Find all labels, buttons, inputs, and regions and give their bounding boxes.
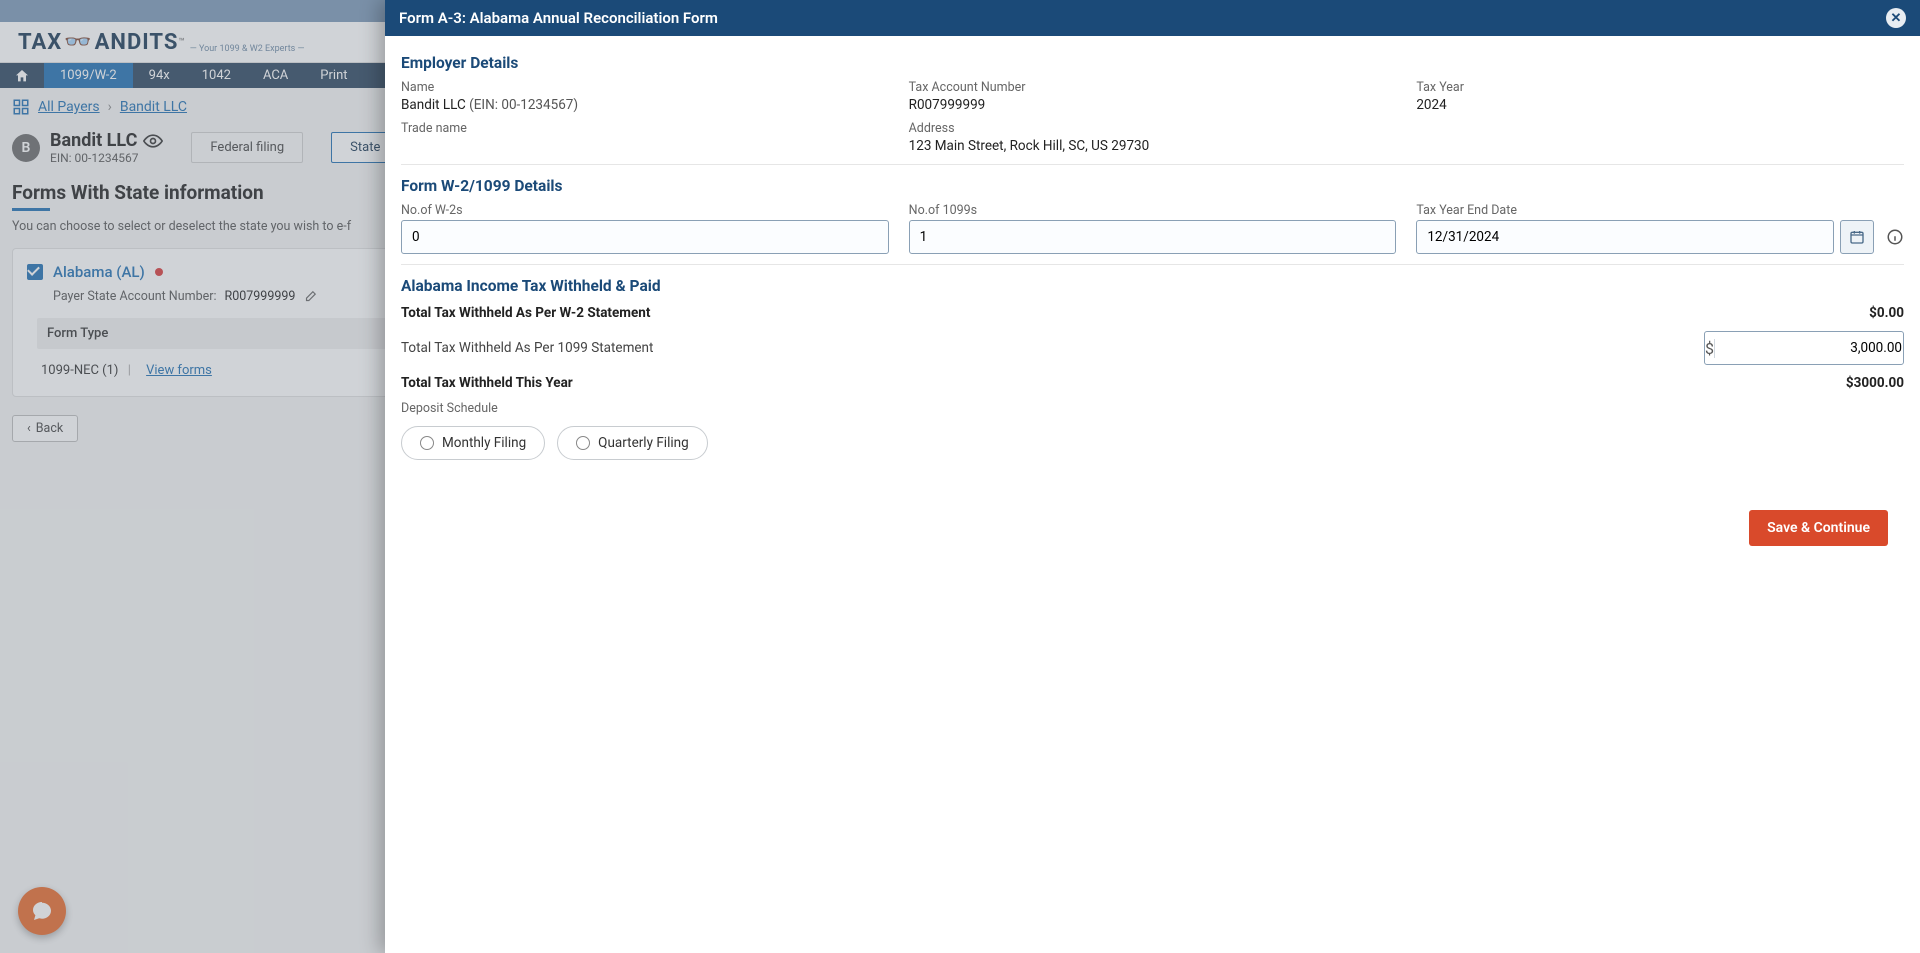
employer-name: Bandit LLC bbox=[401, 97, 466, 113]
info-icon[interactable] bbox=[1886, 228, 1904, 246]
num-1099-input[interactable] bbox=[909, 220, 1397, 254]
calendar-icon bbox=[1849, 229, 1865, 245]
radio-icon bbox=[420, 436, 434, 450]
radio-monthly-filing[interactable]: Monthly Filing bbox=[401, 426, 545, 460]
name-value: Bandit LLC (EIN: 00-1234567) bbox=[401, 97, 889, 113]
form-a3-panel: Form A-3: Alabama Annual Reconciliation … bbox=[385, 0, 1920, 953]
num-w2-label: No.of W-2s bbox=[401, 203, 889, 218]
row-w2-label: Total Tax Withheld As Per W-2 Statement bbox=[401, 305, 650, 321]
row-total-value: $3000.00 bbox=[1846, 375, 1904, 391]
calendar-button[interactable] bbox=[1840, 220, 1874, 254]
radio-icon bbox=[576, 436, 590, 450]
num-1099-label: No.of 1099s bbox=[909, 203, 1397, 218]
radio-quarterly-filing[interactable]: Quarterly Filing bbox=[557, 426, 708, 460]
panel-title: Form A-3: Alabama Annual Reconciliation … bbox=[399, 9, 718, 27]
row-total-label: Total Tax Withheld This Year bbox=[401, 375, 573, 391]
divider bbox=[401, 164, 1904, 165]
num-w2-input[interactable] bbox=[401, 220, 889, 254]
panel-header: Form A-3: Alabama Annual Reconciliation … bbox=[385, 0, 1920, 36]
tax-year-end-label: Tax Year End Date bbox=[1416, 203, 1904, 218]
tax-year-value: 2024 bbox=[1416, 97, 1904, 113]
currency-symbol: $ bbox=[1705, 339, 1715, 358]
row-w2-value: $0.00 bbox=[1869, 305, 1904, 321]
panel-body: Employer Details Name Bandit LLC (EIN: 0… bbox=[385, 36, 1920, 576]
tax-year-end-input[interactable] bbox=[1416, 220, 1834, 254]
save-continue-button[interactable]: Save & Continue bbox=[1749, 510, 1888, 546]
tax-acct-label: Tax Account Number bbox=[909, 80, 1397, 95]
radio-quarterly-label: Quarterly Filing bbox=[598, 435, 689, 451]
tax-acct-value: R007999999 bbox=[909, 97, 1397, 113]
address-label: Address bbox=[909, 121, 1397, 136]
row-1099-input-wrap: $ bbox=[1704, 331, 1904, 365]
income-tax-heading: Alabama Income Tax Withheld & Paid bbox=[401, 277, 1904, 295]
tax-year-label: Tax Year bbox=[1416, 80, 1904, 95]
employer-ein: (EIN: 00-1234567) bbox=[469, 97, 578, 113]
name-label: Name bbox=[401, 80, 889, 95]
address-value: 123 Main Street, Rock Hill, SC, US 29730 bbox=[909, 138, 1397, 154]
trade-name-label: Trade name bbox=[401, 121, 889, 136]
radio-monthly-label: Monthly Filing bbox=[442, 435, 526, 451]
w2-1099-details-heading: Form W-2/1099 Details bbox=[401, 177, 1904, 195]
close-icon[interactable]: ✕ bbox=[1886, 8, 1906, 28]
employer-details-heading: Employer Details bbox=[401, 54, 1904, 72]
row-1099-label: Total Tax Withheld As Per 1099 Statement bbox=[401, 340, 653, 356]
deposit-schedule-label: Deposit Schedule bbox=[401, 401, 1904, 416]
divider-2 bbox=[401, 264, 1904, 265]
row-1099-input[interactable] bbox=[1715, 340, 1912, 356]
